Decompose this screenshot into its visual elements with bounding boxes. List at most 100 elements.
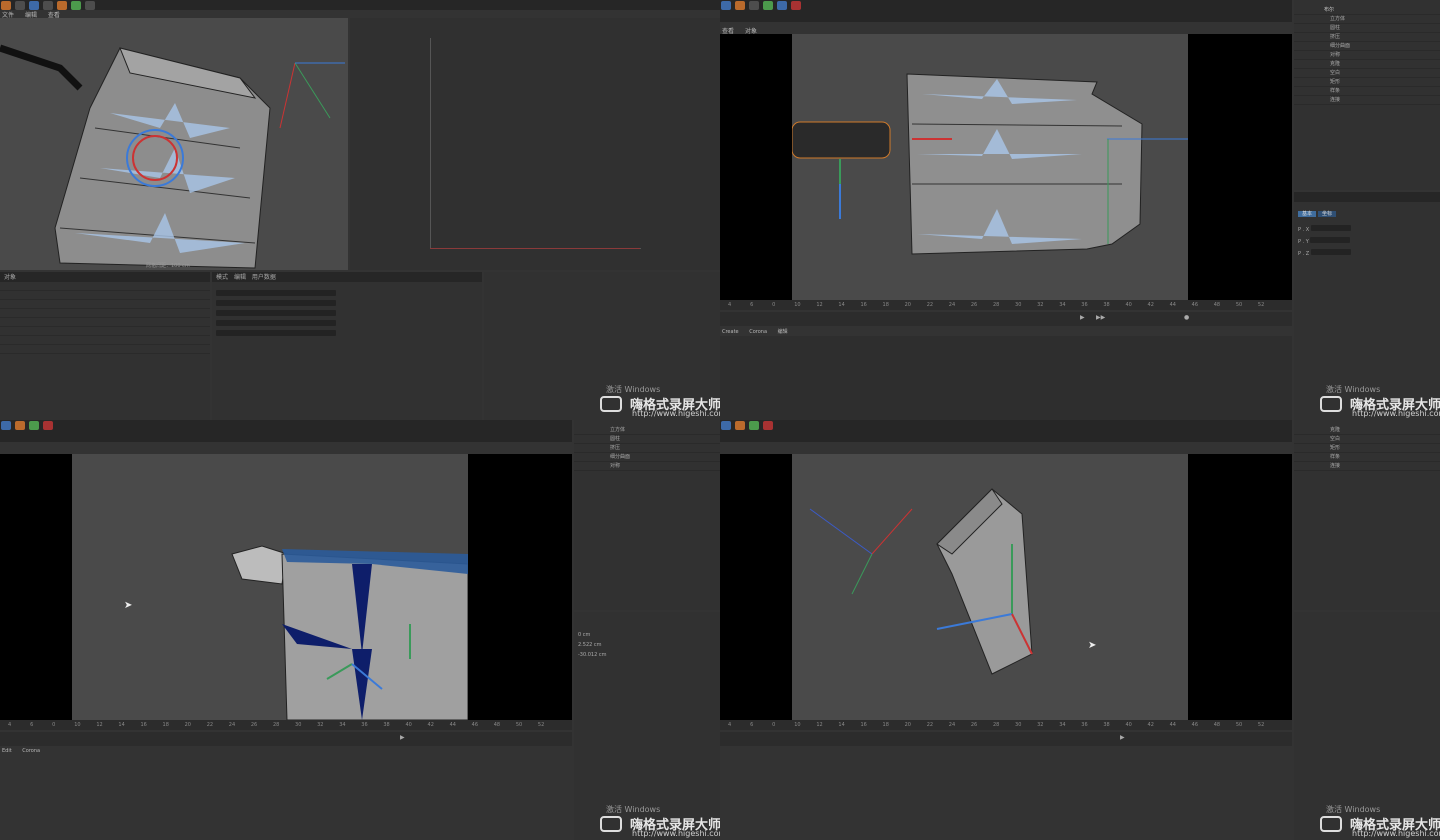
attr-field[interactable] (216, 310, 336, 316)
attr-userdata-menu[interactable]: 用户数据 (252, 274, 276, 281)
menu-corona[interactable]: Corona (749, 329, 767, 335)
object-item[interactable]: 立方体 (1294, 15, 1440, 24)
object-item[interactable]: 样条 (1294, 87, 1440, 96)
object-item[interactable]: 克隆 (1294, 60, 1440, 69)
pos-y-input[interactable] (1310, 237, 1351, 243)
list-item[interactable] (0, 345, 210, 354)
scale-icon[interactable] (28, 1, 39, 10)
object-item[interactable]: 圆柱 (574, 435, 720, 444)
object-item[interactable]: 空白 (1294, 69, 1440, 78)
cube-icon[interactable] (56, 1, 67, 10)
object-manager: 布尔 立方体 圆柱 挤压 细分曲面 对称 克隆 空白 矩形 样条 连接 (1294, 0, 1440, 190)
list-item[interactable] (0, 327, 210, 336)
object-item[interactable]: 挤压 (1294, 33, 1440, 42)
object-item[interactable]: 立方体 (574, 426, 720, 435)
menu-corona[interactable]: Corona (22, 748, 40, 754)
attr-mode-menu[interactable]: 模式 (216, 274, 228, 281)
object-item[interactable]: 矩形 (1294, 444, 1440, 453)
rotate-icon[interactable] (748, 1, 759, 10)
attr-field[interactable] (216, 300, 336, 306)
object-item[interactable]: 样条 (1294, 453, 1440, 462)
play-button[interactable]: ▶ (1080, 314, 1085, 321)
list-item[interactable] (0, 291, 210, 300)
timeline-tick: 10 (74, 722, 81, 728)
cube-icon[interactable] (14, 421, 25, 430)
list-item[interactable] (0, 282, 210, 291)
undo-icon[interactable] (1, 1, 11, 10)
list-item[interactable] (0, 300, 210, 309)
light-icon[interactable] (790, 1, 801, 10)
pos-z-value[interactable]: -30.012 cm (578, 652, 607, 658)
object-item[interactable]: 空白 (1294, 435, 1440, 444)
cube-icon[interactable] (734, 1, 745, 10)
menu-create[interactable]: Create (722, 329, 739, 335)
tab-object[interactable]: 对象 (4, 274, 16, 281)
timeline-ruler[interactable]: 4 6 0 10 12 14 16 18 20 22 24 26 28 30 32 34 36 38 40 42 44 4… (720, 720, 1292, 730)
attr-field[interactable] (216, 330, 336, 336)
coord-y: P . Y (1298, 237, 1436, 245)
object-item[interactable]: 连接 (1294, 96, 1440, 105)
object-item[interactable]: 对称 (1294, 51, 1440, 60)
object-item[interactable]: 矩形 (1294, 78, 1440, 87)
timeline-tick: 52 (1257, 722, 1265, 728)
object-root[interactable]: 布尔 (1294, 6, 1440, 15)
move-icon[interactable] (14, 1, 25, 10)
object-item[interactable]: 挤压 (574, 444, 720, 453)
timeline-tick: 36 (1081, 722, 1088, 728)
pos-y-value[interactable]: 2.522 cm (578, 642, 602, 648)
pos-x-input[interactable] (1310, 225, 1351, 231)
spline-icon[interactable] (70, 1, 81, 10)
tab-basic[interactable]: 基本 (1298, 211, 1317, 217)
object-item[interactable]: 圆柱 (1294, 24, 1440, 33)
pos-z-input[interactable] (1310, 249, 1351, 255)
timeline-tick: 34 (1059, 302, 1066, 308)
move-icon[interactable] (721, 1, 731, 10)
attr-field[interactable] (216, 290, 336, 296)
record-button[interactable]: ● (1184, 314, 1189, 321)
deformer-icon[interactable] (762, 1, 773, 10)
move-icon[interactable] (721, 421, 731, 430)
viewport-perspective[interactable]: 网格间距：100 cm (0, 18, 348, 270)
viewport-perspective[interactable]: ➤ (72, 454, 469, 721)
attr-edit-menu[interactable]: 编辑 (234, 274, 246, 281)
bottom-menu: Edit Corona (2, 748, 49, 754)
light-icon[interactable] (42, 421, 53, 430)
play-button[interactable]: ▶ (1120, 734, 1125, 741)
attr-field[interactable] (216, 320, 336, 326)
object-item[interactable]: 细分曲面 (1294, 42, 1440, 51)
tab-coord[interactable]: 坐标 (1317, 211, 1336, 217)
timeline-tick: 16 (860, 302, 867, 308)
timeline-tick: 4 (728, 722, 732, 728)
deformer-icon[interactable] (748, 421, 759, 430)
timeline-tick: 4 (8, 722, 12, 728)
camera-icon[interactable] (776, 1, 787, 10)
transport-bar: ▶ ▶▶ ● (720, 312, 1292, 326)
render-icon[interactable] (84, 1, 95, 10)
object-manager: 对象 (0, 272, 210, 420)
timeline-tick: 26 (250, 722, 258, 728)
list-item[interactable] (0, 336, 210, 345)
graph-editor[interactable] (350, 18, 720, 270)
pos-x-value[interactable]: 0 cm (578, 632, 590, 638)
next-frame-button[interactable]: ▶▶ (1096, 314, 1105, 321)
timeline-tick: 16 (140, 722, 147, 728)
list-item[interactable] (0, 309, 210, 318)
timeline-tick: 32 (317, 722, 324, 728)
object-item[interactable]: 对称 (574, 462, 720, 471)
timeline-ruler[interactable]: 4 6 0 10 12 14 16 18 20 22 24 26 28 30 32 34 36 38 40 42 44 4… (0, 720, 572, 730)
object-item[interactable]: 连接 (1294, 462, 1440, 471)
object-item[interactable]: 细分曲面 (574, 453, 720, 462)
viewport-perspective[interactable] (791, 34, 1188, 300)
menu-edit[interactable]: 编辑 (778, 329, 788, 335)
rotate-icon[interactable] (42, 1, 53, 10)
object-item[interactable]: 克隆 (1294, 426, 1440, 435)
move-icon[interactable] (1, 421, 11, 430)
cube-icon[interactable] (734, 421, 745, 430)
deformer-icon[interactable] (28, 421, 39, 430)
light-icon[interactable] (762, 421, 773, 430)
play-button[interactable]: ▶ (400, 734, 405, 741)
timeline-ruler[interactable]: 4 6 0 10 12 14 16 18 20 22 24 26 28 30 32 34 36 38 40 42 44 4… (720, 300, 1292, 310)
list-item[interactable] (0, 318, 210, 327)
viewport-perspective[interactable]: ➤ (792, 454, 1188, 720)
menu-edit[interactable]: Edit (2, 748, 12, 754)
